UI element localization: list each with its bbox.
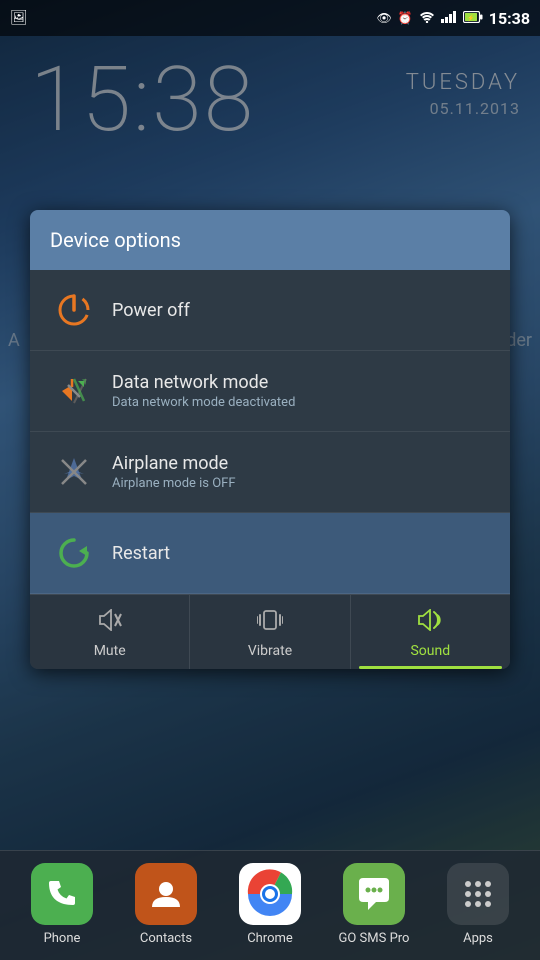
menu-item-power-off[interactable]: Power off (30, 270, 510, 351)
contacts-label: Contacts (140, 931, 192, 946)
dock-item-apps[interactable]: Apps (426, 863, 530, 946)
battery-icon: ⚡ (463, 11, 483, 26)
eye-icon: 👁 (377, 11, 392, 25)
dock-item-contacts[interactable]: Contacts (114, 863, 218, 946)
menu-text-power: Power off (112, 300, 490, 321)
airplane-mode-sublabel: Airplane mode is OFF (112, 476, 490, 491)
menu-item-airplane[interactable]: Airplane mode Airplane mode is OFF (30, 432, 510, 513)
chrome-label: Chrome (247, 931, 293, 946)
restart-icon (50, 529, 98, 577)
power-icon (50, 286, 98, 334)
sound-label: Sound (410, 643, 450, 659)
mute-label: Mute (94, 643, 126, 659)
modal-title: Device options (50, 228, 490, 252)
dock: Phone Contacts (0, 850, 540, 960)
data-network-label: Data network mode (112, 372, 490, 393)
phone-icon (31, 863, 93, 925)
chrome-app-icon (239, 863, 301, 925)
status-bar: 🖼 👁 ⏰ ⚡ (0, 0, 540, 36)
vibrate-label: Vibrate (248, 643, 292, 659)
sound-icon (415, 609, 445, 637)
dock-item-chrome[interactable]: Chrome (218, 863, 322, 946)
phone-label: Phone (44, 931, 81, 946)
sound-bar: Mute Vibrate (30, 594, 510, 669)
airplane-icon (50, 448, 98, 496)
alarm-icon: ⏰ (398, 11, 413, 25)
mute-button[interactable]: Mute (30, 595, 190, 669)
modal-header: Device options (30, 210, 510, 270)
menu-item-restart[interactable]: Restart (30, 513, 510, 594)
data-network-icon (50, 367, 98, 415)
menu-text-data: Data network mode Data network mode deac… (112, 372, 490, 410)
status-bar-right: 👁 ⏰ ⚡ 15:38 (377, 9, 530, 28)
signal-icon (441, 11, 457, 26)
airplane-mode-label: Airplane mode (112, 453, 490, 474)
vibrate-button[interactable]: Vibrate (190, 595, 350, 669)
modal-body: Power off Data network mode (30, 270, 510, 669)
contacts-icon (135, 863, 197, 925)
wifi-icon (419, 11, 435, 26)
restart-label: Restart (112, 543, 490, 564)
vibrate-icon (257, 609, 283, 637)
device-options-modal: Device options Power off (30, 210, 510, 669)
menu-item-data-network[interactable]: Data network mode Data network mode deac… (30, 351, 510, 432)
dock-item-phone[interactable]: Phone (10, 863, 114, 946)
data-network-sublabel: Data network mode deactivated (112, 395, 490, 410)
gosms-icon (343, 863, 405, 925)
photo-icon: 🖼 (10, 10, 28, 26)
status-bar-left: 🖼 (10, 10, 28, 26)
svg-text:⚡: ⚡ (467, 14, 474, 22)
status-time: 15:38 (489, 9, 530, 28)
apps-label: Apps (463, 931, 493, 946)
mute-icon (97, 609, 123, 637)
menu-text-restart: Restart (112, 543, 490, 564)
apps-icon (447, 863, 509, 925)
dock-item-gosms[interactable]: GO SMS Pro (322, 863, 426, 946)
sound-button[interactable]: Sound (351, 595, 510, 669)
menu-text-airplane: Airplane mode Airplane mode is OFF (112, 453, 490, 491)
power-off-label: Power off (112, 300, 490, 321)
gosms-label: GO SMS Pro (339, 931, 410, 946)
